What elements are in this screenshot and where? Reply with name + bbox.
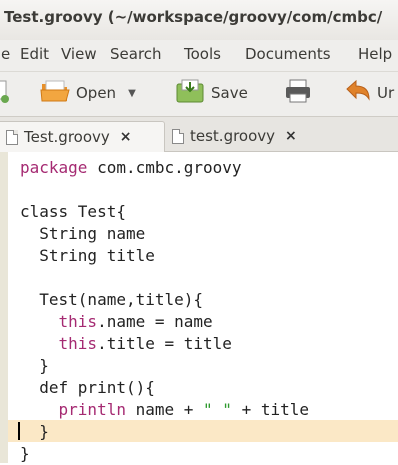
toolbar: Open ▼ Save Ur [0, 72, 398, 117]
string-literal: " " [203, 400, 232, 419]
printer-icon [284, 78, 312, 108]
menu-bar: e Edit View Search Tools Documents Help [0, 40, 398, 72]
code-line-3: class Test{ [20, 202, 126, 221]
new-button[interactable] [0, 78, 10, 108]
code-line-9: .title = title [97, 334, 232, 353]
code-line-10: } [20, 356, 49, 375]
tab-label: Test.groovy [24, 128, 110, 146]
keyword-this: this [58, 334, 98, 353]
undo-label: Ur [377, 84, 395, 102]
undo-button[interactable]: Ur [345, 78, 394, 108]
new-document-icon [0, 79, 10, 107]
keyword-println: println [58, 400, 126, 419]
tab-test-groovy-lowercase[interactable]: test.groovy × [168, 121, 297, 151]
close-icon[interactable]: × [120, 129, 132, 145]
code-text[interactable]: package com.cmbc.groovy class Test{ Stri… [20, 157, 309, 465]
document-tabs: Test.groovy × test.groovy × [0, 117, 398, 152]
save-label: Save [211, 84, 248, 102]
code-editor[interactable]: package com.cmbc.groovy class Test{ Stri… [0, 152, 398, 463]
menu-view[interactable]: View [61, 45, 97, 63]
code-line-11: def print(){ [20, 378, 155, 397]
code-line-13: } [20, 422, 49, 441]
menu-search[interactable]: Search [110, 45, 162, 63]
print-button[interactable] [284, 78, 312, 108]
open-button[interactable]: Open ▼ [40, 78, 136, 108]
tab-test-groovy-active[interactable]: Test.groovy × [0, 121, 165, 152]
title-bar: Test.groovy (~/workspace/groovy/com/cmbc… [0, 0, 398, 41]
open-label: Open [76, 84, 117, 102]
close-icon[interactable]: × [285, 128, 297, 144]
folder-open-icon [40, 78, 70, 108]
code-line-14: } [20, 444, 30, 463]
tab-label: test.groovy [190, 127, 276, 145]
menu-documents[interactable]: Documents [245, 45, 331, 63]
keyword-this: this [58, 312, 98, 331]
keyword-package: package [20, 158, 88, 177]
document-icon [6, 129, 18, 145]
code-line-8: .name = name [97, 312, 213, 331]
code-line-12b: + title [231, 400, 309, 419]
document-icon [172, 128, 184, 144]
menu-edit[interactable]: Edit [20, 45, 49, 63]
undo-arrow-icon [345, 79, 371, 107]
save-icon [175, 78, 205, 108]
save-button[interactable]: Save [175, 78, 248, 108]
open-dropdown-arrow-icon[interactable]: ▼ [128, 88, 136, 99]
code-line-12a: name + [125, 400, 204, 419]
menu-tools[interactable]: Tools [184, 45, 221, 63]
menu-file[interactable]: e [1, 45, 10, 63]
code-line-1: com.cmbc.groovy [87, 158, 242, 177]
menu-help[interactable]: Help [358, 45, 392, 63]
line-gutter [0, 152, 8, 463]
code-line-7: Test(name,title){ [20, 290, 204, 309]
code-line-5: String title [20, 246, 155, 265]
code-line-4: String name [20, 224, 146, 243]
window-title: Test.groovy (~/workspace/groovy/com/cmbc… [4, 8, 383, 26]
